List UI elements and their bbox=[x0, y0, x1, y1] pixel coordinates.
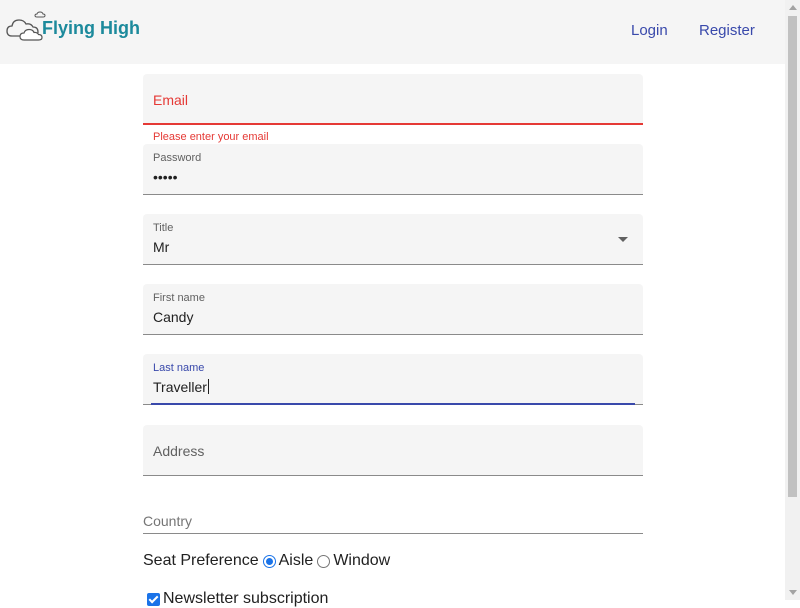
register-link[interactable]: Register bbox=[699, 22, 755, 39]
last-name-value: Traveller bbox=[153, 379, 207, 395]
email-field[interactable]: Email bbox=[143, 74, 643, 125]
last-name-field[interactable]: Last name Traveller bbox=[143, 354, 643, 405]
password-field[interactable]: Password ••••• bbox=[143, 144, 643, 195]
newsletter-label[interactable]: Newsletter subscription bbox=[163, 590, 328, 608]
app-header: Flying High Login Register bbox=[0, 0, 785, 64]
title-value: Mr bbox=[153, 239, 170, 255]
seat-preference-group: Seat Preference Aisle Window bbox=[143, 552, 390, 570]
logo[interactable]: Flying High bbox=[6, 10, 146, 44]
seat-preference-label: Seat Preference bbox=[143, 552, 259, 569]
address-placeholder: Address bbox=[153, 443, 205, 459]
country-placeholder: Country bbox=[143, 513, 193, 529]
title-select[interactable]: Title Mr bbox=[143, 214, 643, 265]
first-name-label: First name bbox=[153, 292, 205, 304]
title-label: Title bbox=[153, 222, 174, 234]
scroll-thumb[interactable] bbox=[788, 16, 797, 497]
last-name-value-wrap: Traveller bbox=[153, 379, 209, 395]
newsletter-option[interactable]: Newsletter subscription bbox=[147, 590, 328, 608]
aisle-label[interactable]: Aisle bbox=[279, 552, 314, 570]
cloud-logo-icon bbox=[6, 11, 46, 41]
country-field[interactable]: Country bbox=[143, 505, 643, 534]
focus-underline bbox=[151, 403, 635, 405]
scroll-up-icon[interactable] bbox=[789, 5, 797, 10]
vertical-scrollbar[interactable] bbox=[785, 0, 800, 600]
password-value: ••••• bbox=[153, 169, 178, 185]
password-label: Password bbox=[153, 152, 202, 164]
email-error-message: Please enter your email bbox=[153, 131, 269, 143]
last-name-label: Last name bbox=[153, 362, 205, 374]
aisle-radio[interactable] bbox=[262, 554, 276, 568]
window-label[interactable]: Window bbox=[333, 552, 390, 570]
text-caret bbox=[207, 379, 209, 394]
first-name-field[interactable]: First name Candy bbox=[143, 284, 643, 335]
window-radio[interactable] bbox=[317, 554, 331, 568]
email-placeholder: Email bbox=[153, 92, 189, 108]
address-field[interactable]: Address bbox=[143, 425, 643, 476]
login-link[interactable]: Login bbox=[631, 22, 668, 39]
logo-text: Flying High bbox=[42, 18, 140, 38]
newsletter-checkbox[interactable] bbox=[147, 592, 160, 606]
scroll-down-icon[interactable] bbox=[789, 590, 797, 595]
dropdown-arrow-icon[interactable] bbox=[618, 237, 628, 242]
first-name-value: Candy bbox=[153, 309, 194, 325]
